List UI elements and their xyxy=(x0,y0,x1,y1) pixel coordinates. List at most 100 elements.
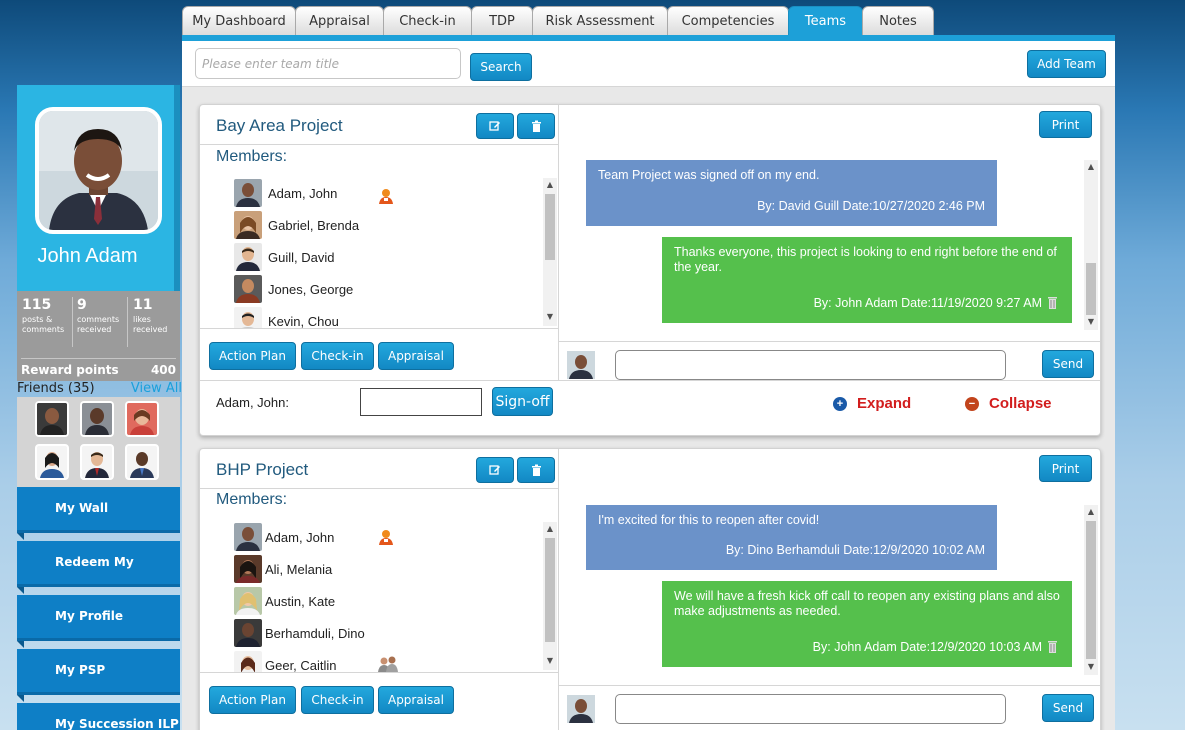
member-scrollbar[interactable]: ▲ ▼ xyxy=(543,522,557,670)
collapse-button[interactable]: − Collapse xyxy=(965,395,1052,412)
signoff-input[interactable] xyxy=(360,388,482,416)
scroll-down-arrow[interactable]: ▼ xyxy=(1084,317,1098,326)
chat-scrollbar[interactable]: ▲ ▼ xyxy=(1084,160,1098,330)
message-author: By: John Adam Date:12/9/2020 10:03 AM xyxy=(812,640,1042,654)
friend-avatar[interactable] xyxy=(125,444,159,480)
search-input[interactable] xyxy=(195,48,461,79)
delete-team-button[interactable] xyxy=(517,113,555,139)
add-team-button[interactable]: Add Team xyxy=(1027,50,1106,78)
member-photo xyxy=(234,523,262,551)
chat-message: Team Project was signed off on my end. B… xyxy=(586,160,997,226)
friend-avatar[interactable] xyxy=(35,401,69,437)
nav-my-succession-ilp[interactable]: My Succession ILP xyxy=(17,703,180,730)
scroll-thumb[interactable] xyxy=(545,538,555,642)
scroll-up-arrow[interactable]: ▲ xyxy=(543,180,557,189)
friend-avatar[interactable] xyxy=(80,444,114,480)
member-name: Ali, Melania xyxy=(265,561,333,577)
chat-scrollbar[interactable]: ▲ ▼ xyxy=(1084,505,1098,675)
delete-team-button[interactable] xyxy=(517,457,555,483)
nav-my-wall[interactable]: My Wall xyxy=(17,487,180,540)
scroll-up-arrow[interactable]: ▲ xyxy=(1084,162,1098,171)
team-chat: Print I'm excited for this to reopen aft… xyxy=(559,449,1100,730)
scroll-down-arrow[interactable]: ▼ xyxy=(543,656,557,665)
friend-avatar[interactable] xyxy=(125,401,159,437)
divider xyxy=(559,685,1100,686)
tab-notes[interactable]: Notes xyxy=(862,6,934,35)
scroll-thumb[interactable] xyxy=(1086,521,1096,659)
nav-my-psp[interactable]: My PSP xyxy=(17,649,180,702)
check-in-button[interactable]: Check-in xyxy=(301,686,374,714)
view-all-link[interactable]: View All xyxy=(131,381,182,396)
friend-avatar[interactable] xyxy=(80,401,114,437)
stat-likes: 11 likes received xyxy=(133,297,177,335)
send-button[interactable]: Send xyxy=(1042,694,1094,722)
tab-my-dashboard[interactable]: My Dashboard xyxy=(182,6,296,35)
trash-icon[interactable] xyxy=(1047,640,1058,653)
scroll-thumb[interactable] xyxy=(1086,263,1096,315)
scroll-down-arrow[interactable]: ▼ xyxy=(1084,662,1098,671)
member-name: Jones, George xyxy=(268,281,354,297)
tab-appraisal[interactable]: Appraisal xyxy=(295,6,384,35)
scroll-down-arrow[interactable]: ▼ xyxy=(543,312,557,321)
list-item[interactable]: Austin, Kate xyxy=(234,587,335,615)
trash-icon xyxy=(531,464,541,476)
tab-tdp[interactable]: TDP xyxy=(471,6,533,35)
stat-divider xyxy=(127,297,128,347)
avatar[interactable] xyxy=(35,107,162,234)
group-icon xyxy=(377,655,398,672)
member-photo xyxy=(234,307,262,328)
message-text: I'm excited for this to reopen after cov… xyxy=(598,513,820,527)
list-item[interactable]: Jones, George xyxy=(234,275,353,303)
stat-likes-label: likes received xyxy=(133,315,168,334)
scroll-up-arrow[interactable]: ▲ xyxy=(1084,507,1098,516)
tab-check-in[interactable]: Check-in xyxy=(383,6,472,35)
collapse-label: Collapse xyxy=(989,395,1052,412)
team-title: Bay Area Project xyxy=(216,116,343,135)
list-item[interactable]: Kevin, Chou xyxy=(234,307,339,328)
profile-card: John Adam xyxy=(17,85,180,291)
member-photo xyxy=(234,243,262,271)
tab-teams[interactable]: Teams xyxy=(788,6,863,36)
tab-risk-assessment[interactable]: Risk Assessment xyxy=(532,6,668,35)
list-item[interactable]: Adam, John xyxy=(234,523,334,551)
action-plan-button[interactable]: Action Plan xyxy=(209,686,296,714)
nav-my-profile[interactable]: My Profile xyxy=(17,595,180,648)
member-name: Berhamduli, Dino xyxy=(265,625,365,641)
appraisal-button[interactable]: Appraisal xyxy=(378,342,454,370)
nav-redeem-my-points[interactable]: Redeem My Points xyxy=(17,541,180,611)
print-button[interactable]: Print xyxy=(1039,455,1092,482)
stat-posts-label: posts & comments xyxy=(22,315,65,334)
member-photo xyxy=(234,587,262,615)
expand-button[interactable]: + Expand xyxy=(833,395,911,412)
sign-off-button[interactable]: Sign-off xyxy=(492,387,553,416)
friends-grid xyxy=(17,397,180,487)
list-item[interactable]: Berhamduli, Dino xyxy=(234,619,365,647)
team-members-column: Bay Area Project Members: Adam, John Gab… xyxy=(200,105,559,380)
member-photo xyxy=(234,555,262,583)
appraisal-button[interactable]: Appraisal xyxy=(378,686,454,714)
list-item[interactable]: Gabriel, Brenda xyxy=(234,211,359,239)
list-item[interactable]: Adam, John xyxy=(234,179,337,207)
search-button[interactable]: Search xyxy=(470,53,532,81)
list-item[interactable]: Guill, David xyxy=(234,243,334,271)
print-button[interactable]: Print xyxy=(1039,111,1092,138)
send-button[interactable]: Send xyxy=(1042,350,1094,378)
tab-competencies[interactable]: Competencies xyxy=(667,6,789,35)
trash-icon[interactable] xyxy=(1047,296,1058,309)
list-item[interactable]: Ali, Melania xyxy=(234,555,332,583)
team-card: BHP Project Members: Adam, John Ali, Mel… xyxy=(199,448,1101,730)
message-input[interactable] xyxy=(615,694,1006,724)
member-name: Geer, Caitlin xyxy=(265,657,337,673)
scroll-thumb[interactable] xyxy=(545,194,555,260)
stat-comments-value: 9 xyxy=(77,297,87,313)
chat-message: Thanks everyone, this project is looking… xyxy=(662,237,1072,323)
action-plan-button[interactable]: Action Plan xyxy=(209,342,296,370)
check-in-button[interactable]: Check-in xyxy=(301,342,374,370)
list-item[interactable]: Geer, Caitlin xyxy=(234,651,337,672)
edit-team-button[interactable] xyxy=(476,457,514,483)
friend-avatar[interactable] xyxy=(35,444,69,480)
edit-team-button[interactable] xyxy=(476,113,514,139)
scroll-up-arrow[interactable]: ▲ xyxy=(543,524,557,533)
message-input[interactable] xyxy=(615,350,1006,380)
member-scrollbar[interactable]: ▲ ▼ xyxy=(543,178,557,326)
